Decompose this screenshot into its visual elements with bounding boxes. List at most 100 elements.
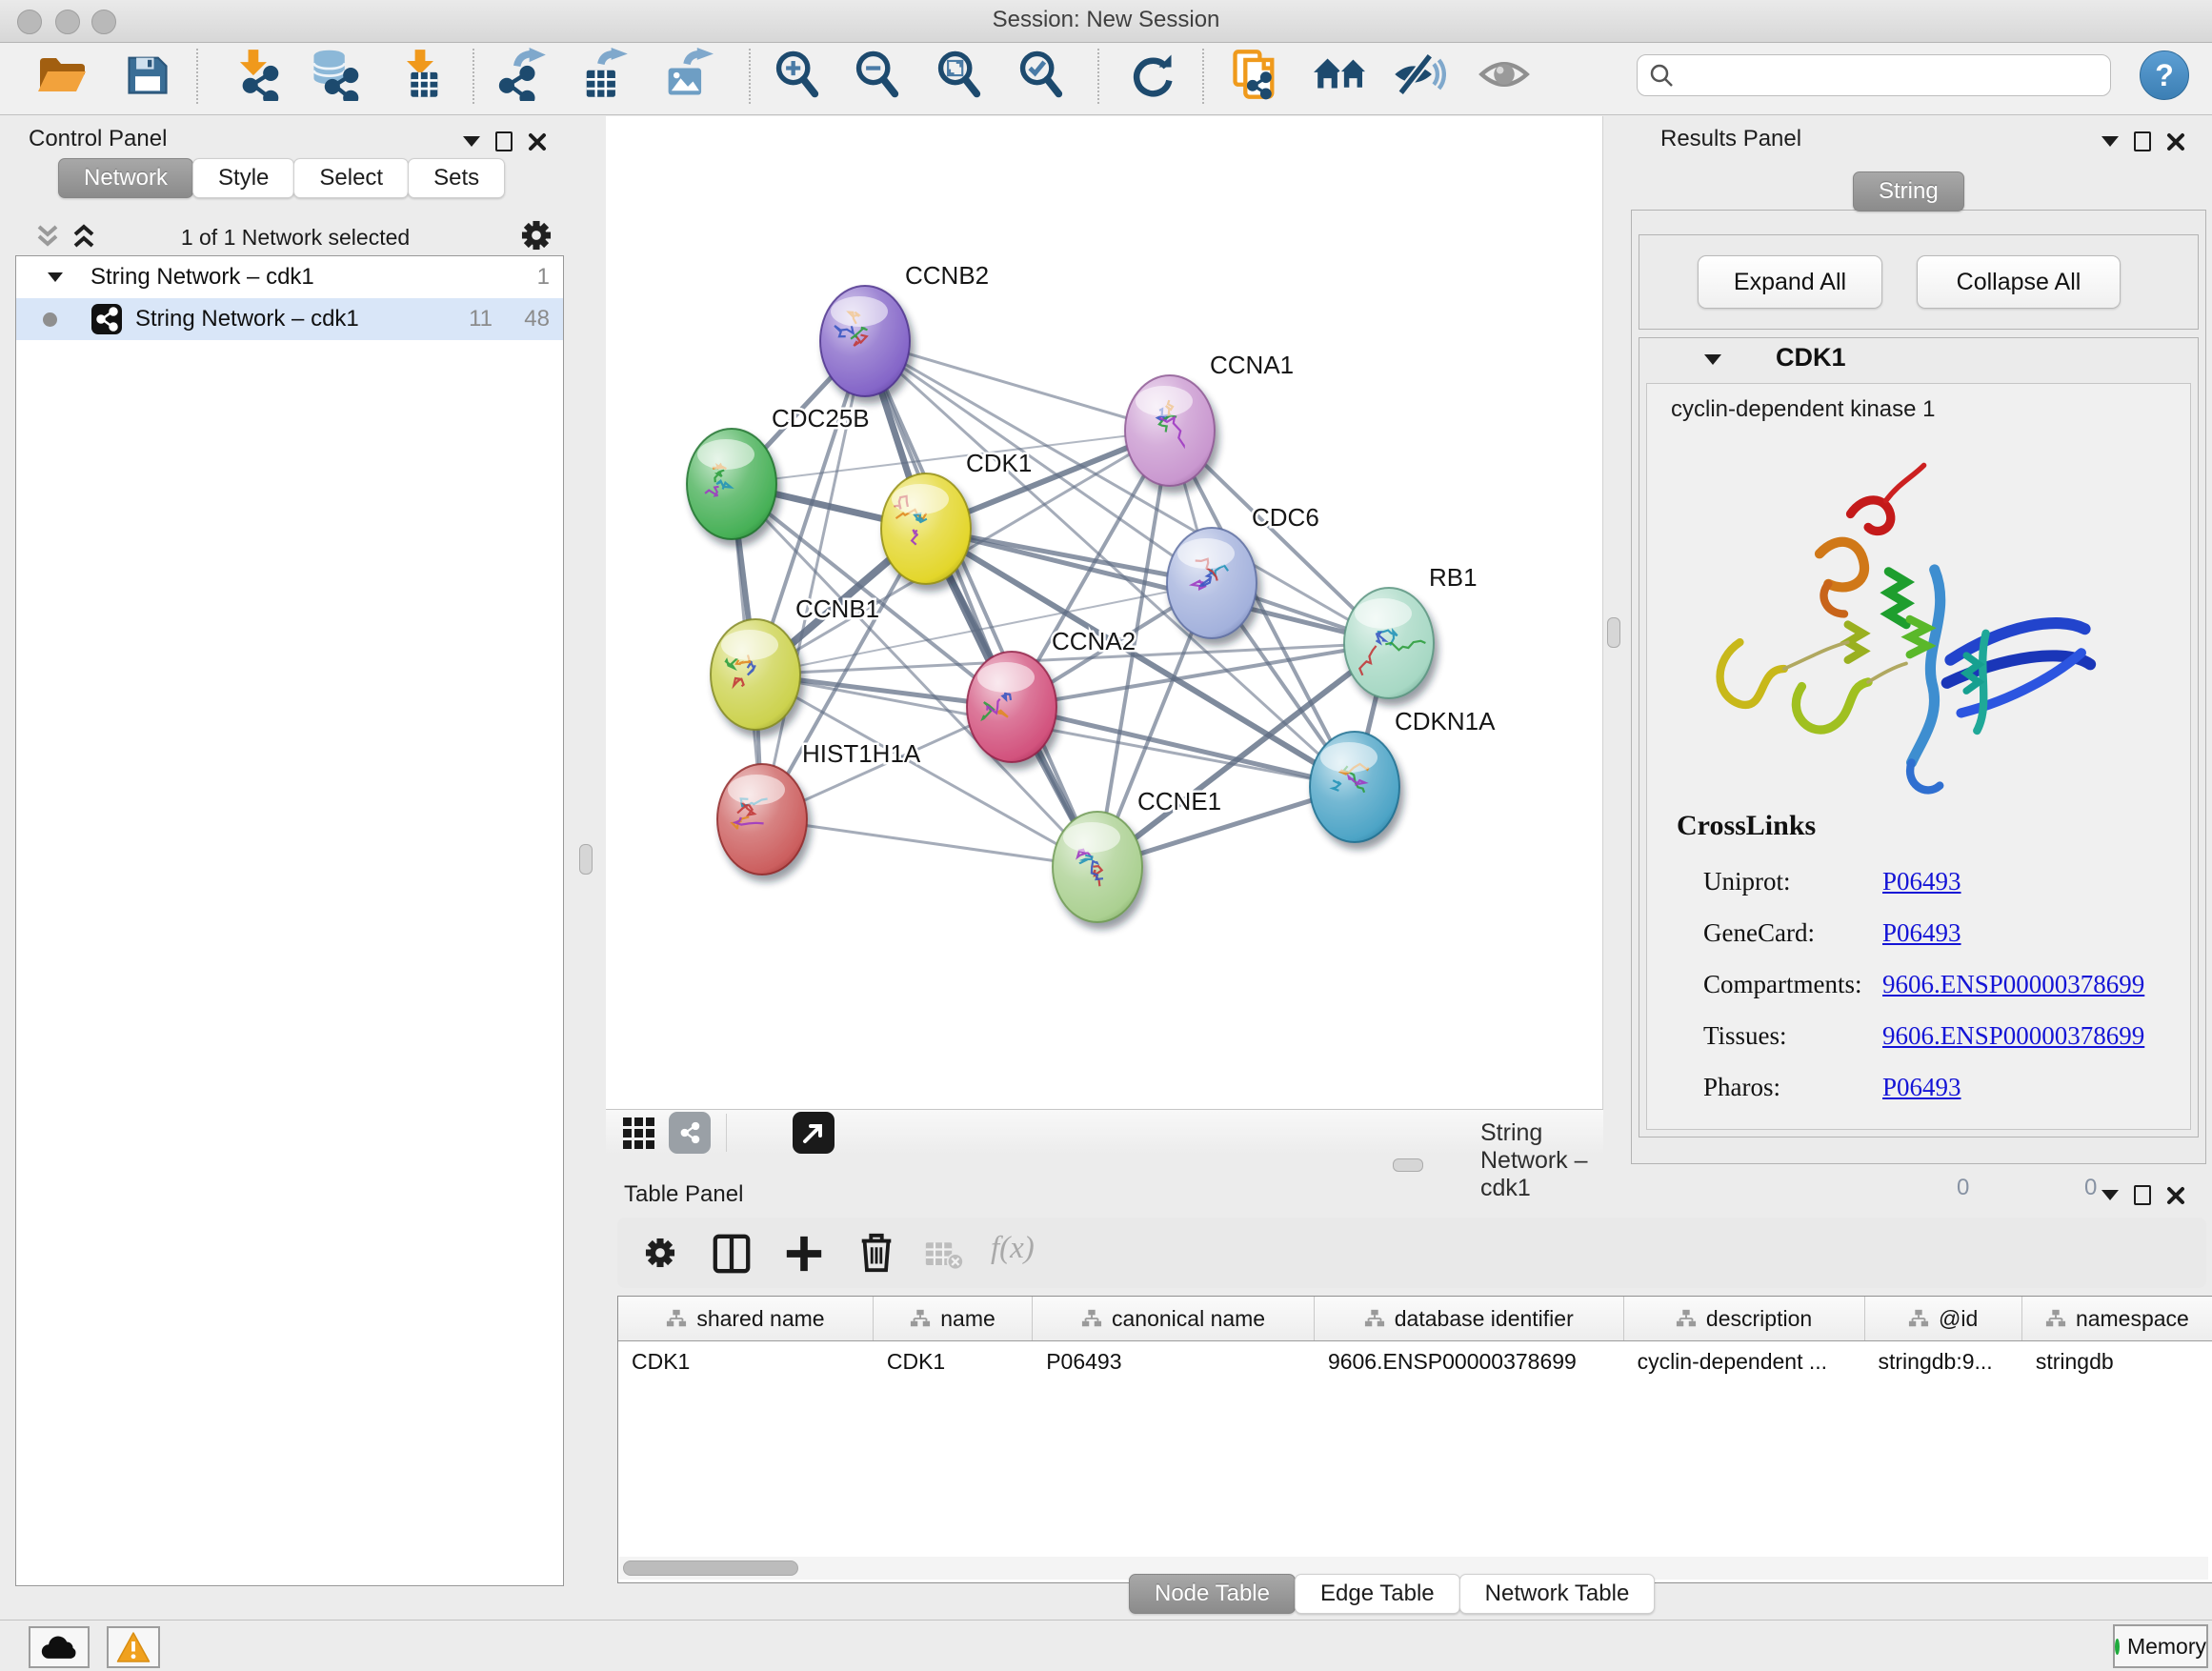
add-column-icon[interactable] (783, 1233, 825, 1275)
cell-description[interactable]: cyclin-dependent ... (1624, 1349, 1865, 1375)
gene-collapse-icon[interactable] (1703, 352, 1722, 367)
tab-select[interactable]: Select (293, 158, 409, 198)
show-all-networks-button[interactable] (1311, 45, 1370, 104)
expand-all-button[interactable]: Expand All (1698, 255, 1882, 309)
float-panel-icon[interactable] (2134, 131, 2151, 151)
cell-canonical-name[interactable]: P06493 (1033, 1349, 1315, 1375)
crosslink-row: Tissues: 9606.ENSP00000378699 (1703, 1010, 2189, 1061)
crosslink-uniprot-link[interactable]: P06493 (1882, 867, 1961, 896)
gear-icon[interactable] (514, 213, 558, 257)
search-field[interactable] (1637, 54, 2111, 96)
network-node-CDC6[interactable] (1167, 528, 1257, 638)
network-node-RB1[interactable] (1344, 588, 1434, 698)
help-button[interactable]: ? (2140, 50, 2189, 100)
column-header[interactable]: database identifier (1315, 1297, 1624, 1340)
copy-style-button[interactable] (1225, 45, 1284, 104)
network-edge-CCNB2-CCNA1[interactable] (865, 341, 1170, 431)
tab-network-table[interactable]: Network Table (1459, 1574, 1656, 1614)
panel-menu-icon[interactable] (2101, 1190, 2119, 1200)
column-header[interactable]: namespace (2022, 1297, 2212, 1340)
string-view-button[interactable] (669, 1112, 711, 1154)
collapse-all-button[interactable]: Collapse All (1917, 255, 2121, 309)
cell-namespace[interactable]: stringdb (2022, 1349, 2212, 1375)
export-network-button[interactable] (492, 45, 551, 104)
float-panel-icon[interactable] (2134, 1185, 2151, 1205)
network-node-CDC25B[interactable] (687, 429, 776, 539)
tab-edge-table[interactable]: Edge Table (1295, 1574, 1460, 1614)
network-node-CCNA2[interactable] (967, 652, 1056, 762)
right-splitter-handle[interactable] (1607, 617, 1620, 648)
hide-selected-button[interactable] (1389, 45, 1448, 104)
network-row[interactable]: String Network – cdk1 11 48 (16, 298, 563, 340)
apply-layout-button[interactable] (1122, 45, 1181, 104)
import-network-database-button[interactable] (305, 45, 364, 104)
network-node-CCNB2[interactable] (820, 286, 910, 396)
import-table-button[interactable] (391, 45, 450, 104)
show-hidden-button[interactable] (1475, 45, 1534, 104)
network-canvas[interactable]: CCNB2CCNA1CDC25BCDK1CDC6RB1CCNB1CCNA2CDK… (606, 116, 1603, 1109)
column-header[interactable]: canonical name (1033, 1297, 1315, 1340)
column-header[interactable]: name (874, 1297, 1033, 1340)
function-builder-icon: f(x) (991, 1231, 1035, 1266)
zoom-out-button[interactable] (848, 45, 907, 104)
crosslink-compartments-link[interactable]: 9606.ENSP00000378699 (1882, 970, 2144, 999)
export-table-button[interactable] (573, 45, 633, 104)
detach-view-button[interactable] (793, 1112, 835, 1154)
collection-expand-icon[interactable] (47, 271, 64, 284)
network-node-CCNE1[interactable] (1053, 812, 1142, 922)
network-node-CDKN1A[interactable] (1310, 732, 1399, 842)
memory-button[interactable]: Memory (2113, 1624, 2208, 1668)
network-edge-CCNA2-CDKN1A[interactable] (1012, 707, 1355, 787)
left-splitter-handle[interactable] (579, 844, 593, 875)
delete-column-trash-icon[interactable] (855, 1231, 897, 1275)
network-node-CDK1[interactable] (881, 473, 971, 584)
show-columns-icon[interactable] (711, 1233, 753, 1275)
close-panel-icon[interactable] (2166, 132, 2185, 151)
tab-node-table[interactable]: Node Table (1129, 1574, 1296, 1614)
crosslink-tissues-link[interactable]: 9606.ENSP00000378699 (1882, 1021, 2144, 1051)
network-node-CCNB1[interactable] (711, 619, 800, 730)
cell-shared-name[interactable]: CDK1 (618, 1349, 874, 1375)
panel-menu-icon[interactable] (2101, 136, 2119, 147)
save-session-button[interactable] (118, 45, 177, 104)
cell-name[interactable]: CDK1 (874, 1349, 1033, 1375)
crosslink-genecard-link[interactable]: P06493 (1882, 918, 1961, 948)
table-row[interactable]: CDK1 CDK1 P06493 9606.ENSP00000378699 cy… (618, 1341, 2212, 1381)
cloud-status-button[interactable] (29, 1626, 90, 1668)
save-floppy-icon (123, 50, 172, 99)
zoom-fit-button[interactable] (930, 45, 989, 104)
import-network-file-button[interactable] (225, 45, 284, 104)
cell-database-identifier[interactable]: 9606.ENSP00000378699 (1315, 1349, 1624, 1375)
bottom-splitter-handle[interactable] (1393, 1158, 1423, 1172)
network-node-CCNA1[interactable] (1125, 375, 1215, 486)
zoom-selected-button[interactable] (1012, 45, 1071, 104)
panel-menu-icon[interactable] (463, 136, 480, 147)
grid-view-icon[interactable] (621, 1116, 657, 1152)
scrollbar-thumb[interactable] (623, 1560, 798, 1576)
expand-all-chevron-icon[interactable] (70, 223, 97, 250)
network-node-HIST1H1A[interactable] (717, 764, 807, 875)
column-header[interactable]: shared name (618, 1297, 874, 1340)
column-header[interactable]: @id (1865, 1297, 2022, 1340)
tab-sets[interactable]: Sets (408, 158, 505, 198)
export-image-button[interactable] (657, 45, 716, 104)
network-edge-HIST1H1A-CCNE1[interactable] (762, 819, 1097, 867)
cell-id[interactable]: stringdb:9... (1865, 1349, 2022, 1375)
table-options-gear-icon[interactable] (638, 1231, 682, 1275)
open-session-button[interactable] (32, 45, 91, 104)
tab-network[interactable]: Network (58, 158, 193, 198)
float-panel-icon[interactable] (495, 131, 513, 151)
tab-style[interactable]: Style (192, 158, 294, 198)
collapse-all-chevron-icon[interactable] (34, 223, 61, 250)
zoom-out-icon (852, 49, 903, 100)
crosslink-pharos-link[interactable]: P06493 (1882, 1073, 1961, 1102)
column-header[interactable]: description (1624, 1297, 1865, 1340)
network-collection-row[interactable]: String Network – cdk1 1 (16, 256, 563, 298)
warning-status-button[interactable] (107, 1626, 160, 1668)
zoom-in-button[interactable] (768, 45, 827, 104)
network-edge-CCNB2-CCNE1[interactable] (865, 341, 1097, 867)
close-panel-icon[interactable] (528, 132, 547, 151)
tab-string-results[interactable]: String (1853, 171, 1964, 211)
close-panel-icon[interactable] (2166, 1186, 2185, 1205)
search-input[interactable] (1683, 62, 2097, 89)
